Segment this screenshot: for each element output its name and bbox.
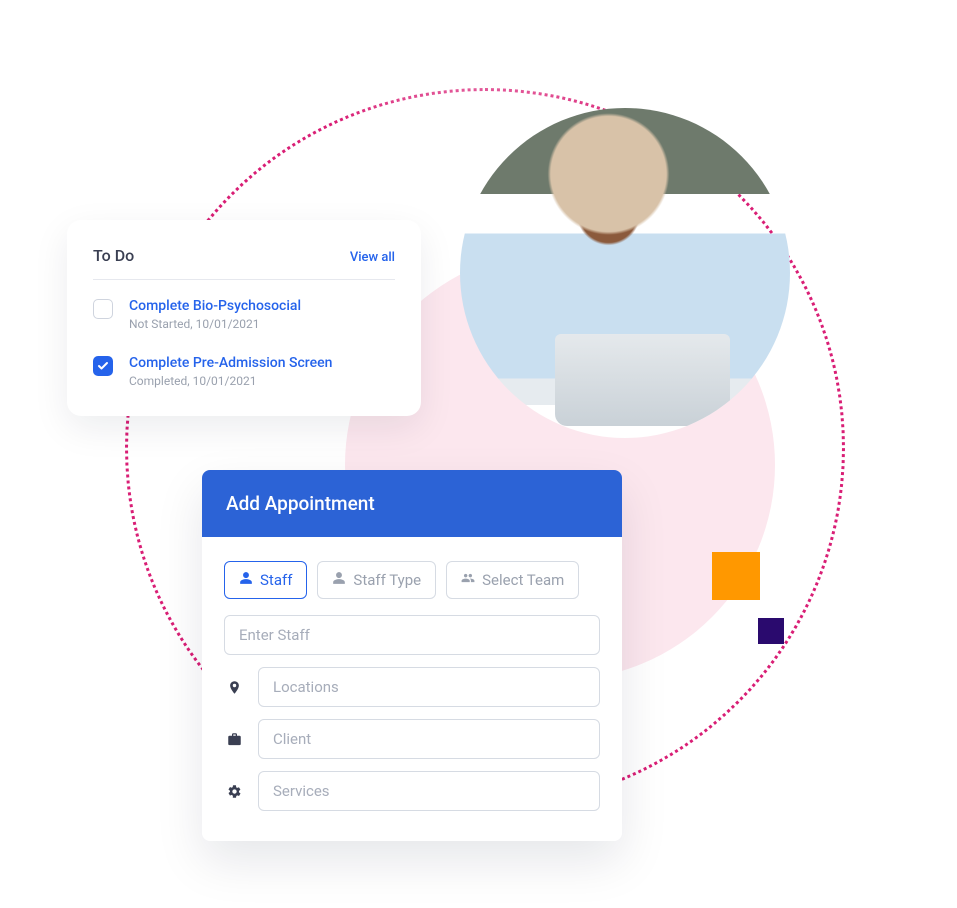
indigo-square-decoration [758,618,784,644]
orange-square-decoration [712,552,760,600]
services-input[interactable] [258,771,600,811]
todo-checkbox-2[interactable] [93,356,113,376]
client-row [224,719,600,759]
laptop-illustration [555,334,730,426]
locations-row [224,667,600,707]
person-icon [239,571,253,589]
gear-icon [224,784,244,799]
todo-card: To Do View all Complete Bio-Psychosocial… [67,220,421,416]
client-input[interactable] [258,719,600,759]
todo-item-label[interactable]: Complete Bio-Psychosocial [129,298,301,315]
check-icon [97,360,109,372]
todo-text: Complete Bio-Psychosocial Not Started, 1… [129,298,301,331]
tab-staff-type[interactable]: Staff Type [317,561,436,599]
services-row [224,771,600,811]
todo-checkbox-1[interactable] [93,299,113,319]
white-fade-decoration [0,0,957,120]
pin-icon [224,680,244,695]
tab-select-team[interactable]: Select Team [446,561,579,599]
appointment-tabs: Staff Staff Type Select Team [224,561,600,599]
view-all-link[interactable]: View all [350,250,395,265]
todo-item-sub: Not Started, 10/01/2021 [129,317,301,331]
todo-item: Complete Pre-Admission Screen Completed,… [93,331,395,388]
briefcase-icon [224,732,244,747]
todo-item-sub: Completed, 10/01/2021 [129,374,332,388]
person-icon [332,571,346,589]
todo-text: Complete Pre-Admission Screen Completed,… [129,355,332,388]
people-icon [461,571,475,589]
appointment-body: Staff Staff Type Select Team [202,537,622,841]
appointment-title: Add Appointment [202,470,622,537]
tab-staff-label: Staff [260,571,292,589]
tab-staff[interactable]: Staff [224,561,307,599]
todo-item-label[interactable]: Complete Pre-Admission Screen [129,355,332,372]
avatar [460,108,790,438]
todo-title: To Do [93,246,134,265]
locations-input[interactable] [258,667,600,707]
appointment-card: Add Appointment Staff Staff Type Select … [202,470,622,841]
enter-staff-input[interactable] [224,615,600,655]
todo-item: Complete Bio-Psychosocial Not Started, 1… [93,280,395,331]
tab-staff-type-label: Staff Type [353,571,421,589]
tab-select-team-label: Select Team [482,571,564,589]
todo-header: To Do View all [93,246,395,280]
